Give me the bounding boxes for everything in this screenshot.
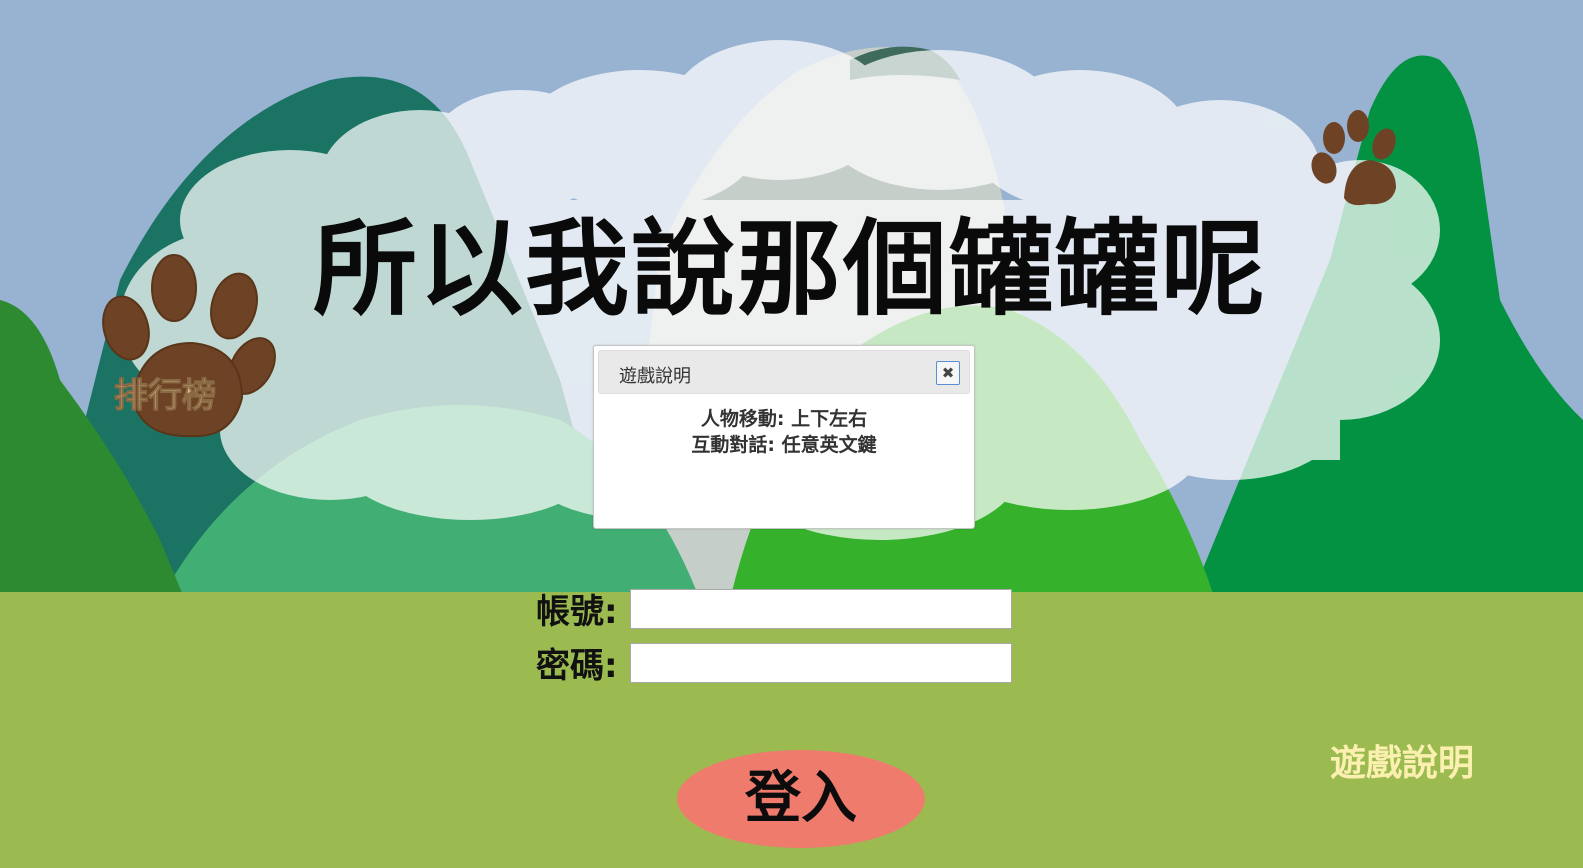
paw-print-icon xyxy=(102,254,276,438)
game-login-screen: 所以我說那個罐罐呢 排行榜 遊戲說明 ✖ 人物移動: 上下左右 互動對話: 任意… xyxy=(0,0,1583,868)
password-label: 密碼: xyxy=(536,646,618,686)
dialog-titlebar[interactable]: 遊戲說明 ✖ xyxy=(598,350,970,394)
password-input[interactable] xyxy=(630,643,1012,683)
leaderboard-link[interactable]: 排行榜 xyxy=(114,368,217,417)
instruction-line-interaction: 互動對話: 任意英文鍵 xyxy=(691,434,877,456)
instructions-link[interactable]: 遊戲說明 xyxy=(1330,734,1474,786)
dialog-content: 人物移動: 上下左右 互動對話: 任意英文鍵 xyxy=(594,406,974,458)
paw-print-icon xyxy=(1311,110,1396,206)
login-button[interactable]: 登入 xyxy=(677,750,925,848)
instruction-line-movement: 人物移動: 上下左右 xyxy=(700,408,868,430)
close-icon: ✖ xyxy=(941,364,955,382)
dialog-title: 遊戲說明 xyxy=(619,366,691,387)
account-label: 帳號: xyxy=(536,592,618,632)
page-title: 所以我說那個罐罐呢 xyxy=(312,208,1267,330)
instructions-dialog: 遊戲說明 ✖ 人物移動: 上下左右 互動對話: 任意英文鍵 xyxy=(593,345,975,529)
close-button[interactable]: ✖ xyxy=(936,361,960,385)
account-input[interactable] xyxy=(630,589,1012,629)
